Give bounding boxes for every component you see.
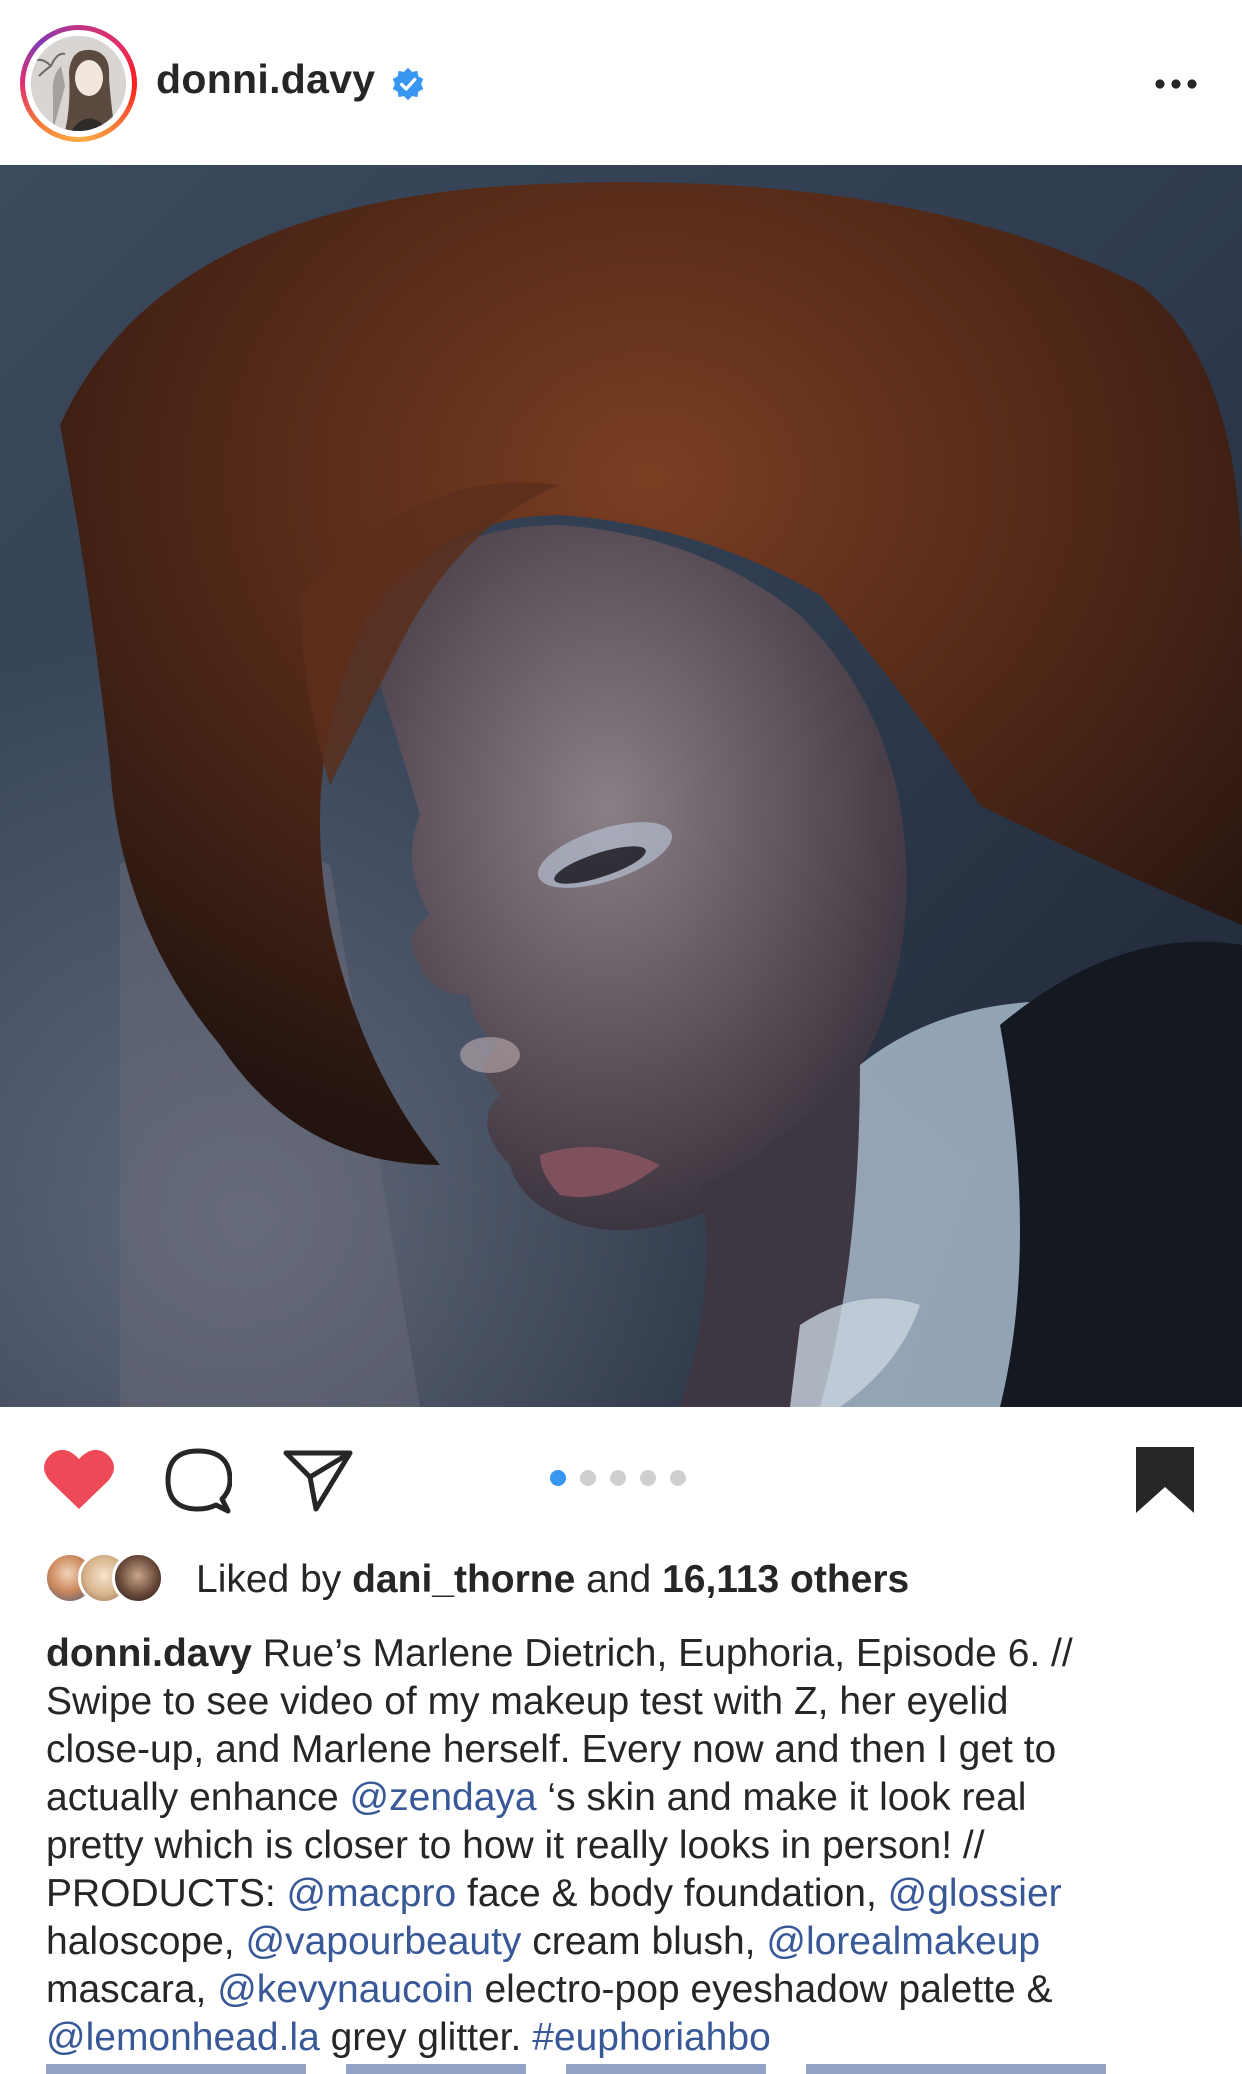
caption-text: cream blush, [521,1920,767,1963]
comment-icon[interactable] [164,1447,232,1515]
likes-and: and [586,1558,652,1601]
avatar-photo [31,36,126,131]
post-header: donni.davy [0,0,1242,165]
heart-icon[interactable] [42,1445,116,1511]
caption-overflow [46,2060,1196,2074]
caption-text: grey glitter. [319,2016,533,2059]
carousel-dot [580,1470,596,1486]
caption-text: PRODUCTS: [46,1872,287,1915]
post-image[interactable] [0,165,1242,1407]
bookmark-icon[interactable] [1132,1443,1198,1515]
caption-username[interactable]: donni.davy [46,1632,252,1675]
mention-link[interactable]: @vapourbeauty [245,1920,521,1963]
caption-text: Rue’s Marlene Dietrich, Euphoria, Episod… [251,1632,1073,1675]
more-options-icon[interactable] [1152,66,1200,102]
caption-text: face & body foundation, [456,1872,888,1915]
mention-link[interactable]: @kevynaucoin [217,1968,473,2011]
carousel-dot [610,1470,626,1486]
carousel-dot [670,1470,686,1486]
profile-avatar[interactable] [20,25,137,142]
carousel-dot-active [550,1470,566,1486]
hashtag-link[interactable]: #euphoriahbo [532,2016,771,2059]
likes-user[interactable]: dani_thorne [352,1558,575,1601]
likes-count[interactable]: 16,113 others [662,1558,909,1601]
caption-text: ‘s skin and make it look real [536,1776,1027,1819]
likes-summary[interactable]: Liked by dani_thorne and 16,113 others [44,1552,1204,1612]
caption-text: electro-pop eyeshadow palette & [473,1968,1053,2011]
caption-text: mascara, [46,1968,218,2011]
mention-link[interactable]: @lorealmakeup [766,1920,1040,1963]
likes-text: Liked by dani_thorne and 16,113 others [196,1558,909,1602]
mention-link[interactable]: @macpro [287,1872,457,1915]
share-icon[interactable] [282,1447,354,1513]
mention-link[interactable]: @lemonhead.la [46,2016,320,2059]
caption-text: Swipe to see video of my makeup test wit… [46,1680,1009,1723]
mention-link[interactable]: @zendaya [350,1776,537,1819]
caption-text: haloscope, [46,1920,246,1963]
caption-text: close-up, and Marlene herself. Every now… [46,1728,1057,1771]
likes-prefix: Liked by [196,1558,342,1601]
liker-avatar [112,1552,164,1604]
post-caption: donni.davy Rue’s Marlene Dietrich, Eupho… [46,1630,1206,2062]
mention-link[interactable]: @glossier [888,1872,1062,1915]
carousel-dot [640,1470,656,1486]
post-username[interactable]: donni.davy [156,56,375,103]
caption-text: actually enhance [46,1776,350,1819]
caption-text: pretty which is closer to how it really … [46,1824,985,1867]
verified-badge-icon [392,67,424,101]
